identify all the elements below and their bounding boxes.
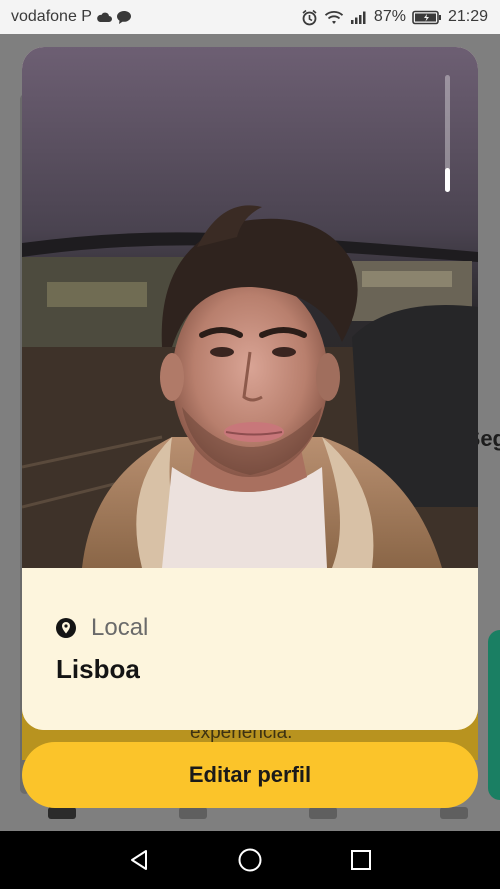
status-bar: vodafone P 87% 21:29 bbox=[0, 0, 500, 34]
background-tab-2 bbox=[178, 807, 207, 819]
location-value: Lisboa bbox=[56, 654, 140, 684]
clock: 21:29 bbox=[447, 8, 488, 25]
background-tab-bar bbox=[48, 806, 468, 820]
photo-scroll-indicator[interactable] bbox=[445, 75, 450, 192]
home-icon[interactable] bbox=[235, 845, 265, 875]
location-pin-icon bbox=[55, 617, 77, 639]
battery-percent: 87% bbox=[373, 8, 406, 25]
status-right: 87% 21:29 bbox=[301, 0, 488, 34]
profile-info-panel: Local Lisboa bbox=[22, 568, 478, 730]
message-icon bbox=[116, 10, 132, 25]
screen: vodafone P 87% 21:29 eg experiência. Loc… bbox=[0, 0, 500, 889]
profile-sheet[interactable]: Local Lisboa bbox=[22, 47, 478, 730]
location-row: Local bbox=[55, 614, 148, 642]
profile-photo[interactable] bbox=[22, 47, 478, 568]
edit-profile-button[interactable]: Editar perfil bbox=[22, 742, 478, 808]
background-tab-3 bbox=[309, 807, 338, 819]
wifi-icon bbox=[324, 10, 344, 25]
recents-icon[interactable] bbox=[346, 845, 376, 875]
background-teal-tab bbox=[488, 630, 500, 800]
signal-icon bbox=[350, 10, 368, 25]
alarm-icon bbox=[301, 9, 318, 26]
location-label: Local bbox=[91, 614, 149, 641]
background-tab-1 bbox=[48, 807, 76, 819]
carrier-name: vodafone P bbox=[11, 8, 92, 25]
cloud-icon bbox=[96, 11, 112, 23]
android-nav-bar bbox=[0, 831, 500, 889]
status-left: vodafone P bbox=[11, 0, 132, 34]
background-tab-4 bbox=[439, 807, 468, 819]
photo-scroll-thumb[interactable] bbox=[445, 168, 450, 192]
battery-icon bbox=[412, 10, 442, 25]
back-icon[interactable] bbox=[124, 845, 154, 875]
